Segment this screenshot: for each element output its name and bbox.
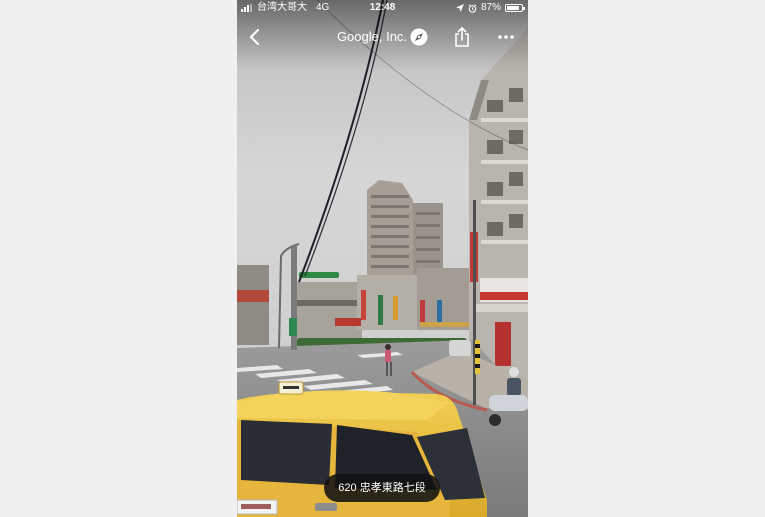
compass-icon	[410, 28, 428, 46]
battery-percent: 87%	[480, 2, 501, 13]
location-caption[interactable]: 620 忠孝東路七段	[324, 474, 440, 502]
battery-fill	[507, 6, 520, 10]
location-arrow-icon	[455, 4, 464, 12]
back-button[interactable]	[239, 22, 269, 52]
compass-button[interactable]	[404, 22, 434, 52]
alarm-icon	[468, 3, 477, 13]
street-view-image[interactable]	[237, 0, 528, 517]
more-icon	[498, 35, 514, 39]
share-icon	[455, 27, 469, 47]
status-bar: 台湾大哥大 4G 12:48 87%	[237, 0, 528, 16]
status-right: 87%	[455, 0, 525, 16]
battery-icon	[505, 4, 525, 12]
share-button[interactable]	[447, 22, 477, 52]
phone-screen: 台湾大哥大 4G 12:48 87% Google, Inc. 620 忠孝東路…	[237, 0, 528, 517]
more-button[interactable]	[491, 22, 521, 52]
chevron-left-icon	[249, 28, 260, 46]
nav-bar: Google, Inc.	[237, 22, 528, 52]
